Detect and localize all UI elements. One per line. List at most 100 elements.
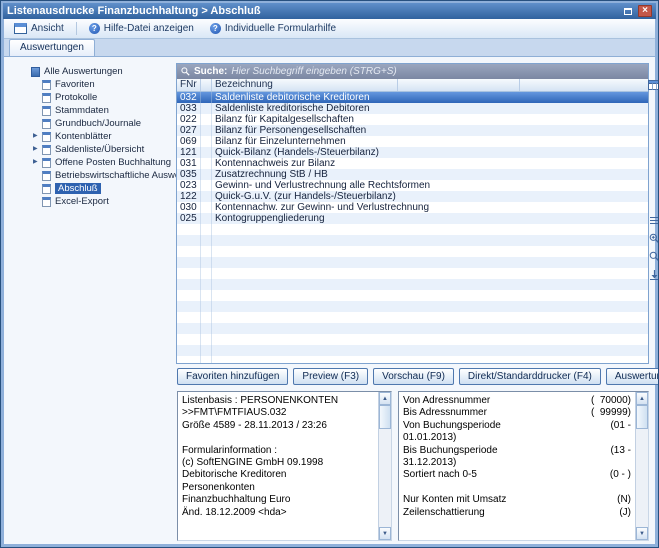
scroll-up-icon[interactable]: ▲ (379, 392, 391, 405)
ansicht-button[interactable]: Ansicht (7, 20, 71, 37)
search-input[interactable]: Suche: Hier Suchbegriff eingeben (STRG+S… (177, 64, 648, 79)
hilfe-datei-label: Hilfe-Datei anzeigen (104, 23, 194, 34)
table-row[interactable]: 035Zusatzrechnung StB / HB (177, 169, 648, 180)
cell-bezeichnung: Kontennachweis zur Bilanz (212, 158, 648, 169)
parameter-label: Von Buchungsperiode (403, 420, 501, 432)
table-row-empty[interactable] (177, 290, 648, 301)
cell-fnr: 033 (177, 103, 201, 114)
column-header-empty-1[interactable] (398, 79, 520, 91)
tab-auswertungen[interactable]: Auswertungen (9, 39, 95, 56)
table-row-empty[interactable] (177, 345, 648, 356)
table-row[interactable]: 030Kontennachw. zur Gewinn- und Verlustr… (177, 202, 648, 213)
column-header-marker[interactable] (201, 79, 212, 91)
report-icon (42, 184, 51, 194)
expand-icon[interactable]: ▶ (33, 143, 42, 156)
action-direkt-standarddrucker-f4[interactable]: Direkt/Standarddrucker (F4) (459, 368, 601, 385)
tree-item-grundbuch-journale[interactable]: Grundbuch/Journale (9, 117, 177, 130)
tree-root-alle-auswertungen[interactable]: Alle Auswertungen (9, 65, 177, 78)
report-icon (42, 171, 51, 181)
scroll-thumb[interactable] (636, 405, 648, 429)
column-header-bezeichnung[interactable]: Bezeichnung (212, 79, 398, 91)
report-icon (42, 145, 51, 155)
expand-icon[interactable]: ▶ (33, 156, 42, 169)
help-icon: ? (89, 23, 100, 34)
table-row[interactable]: 032Saldenliste debitorische Kreditoren (177, 92, 648, 103)
cell-marker (201, 103, 212, 114)
scroll-thumb[interactable] (379, 405, 391, 429)
toolbar: Ansicht ? Hilfe-Datei anzeigen ? Individ… (4, 19, 655, 39)
close-button[interactable]: × (638, 5, 652, 17)
cell-bezeichnung (212, 312, 648, 323)
table-row-empty[interactable] (177, 235, 648, 246)
formularhilfe-button[interactable]: ? Individuelle Formularhilfe (203, 20, 343, 37)
cell-marker (201, 213, 212, 224)
table-row-empty[interactable] (177, 246, 648, 257)
info-line: Personenkonten (182, 482, 374, 494)
table-row[interactable]: 022Bilanz für Kapitalgesellschaften (177, 114, 648, 125)
tree-item-stammdaten[interactable]: Stammdaten (9, 104, 177, 117)
table-row-empty[interactable] (177, 268, 648, 279)
tree-item-label: Saldenliste/Übersicht (55, 144, 144, 155)
report-icon (42, 119, 51, 129)
action-vorschau-f9[interactable]: Vorschau (F9) (373, 368, 454, 385)
scroll-track[interactable] (379, 429, 391, 527)
cell-fnr: 035 (177, 169, 201, 180)
scroll-up-icon[interactable]: ▲ (636, 392, 648, 405)
table-row-empty[interactable] (177, 224, 648, 235)
tree-item-protokolle[interactable]: Protokolle (9, 91, 177, 104)
scrollbar[interactable]: ▲ ▼ (635, 392, 648, 540)
auswertungen-tree: Alle AuswertungenFavoritenProtokolleStam… (9, 65, 177, 208)
table-row[interactable]: 069Bilanz für Einzelunternehmen (177, 136, 648, 147)
table-row[interactable]: 023Gewinn- und Verlustrechnung alle Rech… (177, 180, 648, 191)
tree-item-saldenliste-bersicht[interactable]: ▶ Saldenliste/Übersicht (9, 143, 177, 156)
expand-icon[interactable]: ▶ (33, 130, 42, 143)
cell-fnr (177, 301, 201, 312)
export-down-icon[interactable] (649, 269, 659, 280)
hilfe-datei-button[interactable]: ? Hilfe-Datei anzeigen (82, 20, 201, 37)
table-row-empty[interactable] (177, 279, 648, 290)
table-row-empty[interactable] (177, 301, 648, 312)
table-row[interactable]: 027Bilanz für Personengesellschaften (177, 125, 648, 136)
parameter-label: 31.12.2013) (403, 457, 456, 469)
folder-icon (31, 67, 40, 77)
table-row-empty[interactable] (177, 334, 648, 345)
cell-bezeichnung (212, 290, 648, 301)
toolbar-separator (76, 22, 77, 35)
table-row-empty[interactable] (177, 323, 648, 334)
cell-fnr: 027 (177, 125, 201, 136)
list-icon[interactable] (649, 215, 659, 226)
zoom-in-icon[interactable] (649, 233, 659, 244)
tree-item-excel-export[interactable]: Excel-Export (9, 195, 177, 208)
scroll-track[interactable] (636, 429, 648, 527)
cell-marker (201, 279, 212, 290)
action-auswertung-drucken[interactable]: Auswertung drucken (606, 368, 659, 385)
cell-bezeichnung: Saldenliste kreditorische Debitoren (212, 103, 648, 114)
restore-button[interactable] (621, 5, 635, 17)
table-row-empty[interactable] (177, 312, 648, 323)
action-favoriten-hinzuf-gen[interactable]: Favoriten hinzufügen (177, 368, 288, 385)
column-header-empty-2[interactable] (520, 79, 648, 91)
tree-item-betriebswirtschaftliche-auswertungen[interactable]: Betriebswirtschaftliche Auswertungen (9, 169, 177, 182)
table-row[interactable]: 122Quick-G.u.V. (zur Handels-/Steuerbila… (177, 191, 648, 202)
action-preview-f3[interactable]: Preview (F3) (293, 368, 368, 385)
table-row[interactable]: 121Quick-Bilanz (Handels-/Steuerbilanz) (177, 147, 648, 158)
table-row[interactable]: 033 Saldenliste kreditorische Debitoren (177, 103, 648, 114)
cell-bezeichnung: Quick-G.u.V. (zur Handels-/Steuerbilanz) (212, 191, 648, 202)
table-row[interactable]: 031Kontennachweis zur Bilanz (177, 158, 648, 169)
column-header-fnr[interactable]: FNr (177, 79, 201, 91)
tree-item-offene-posten-buchhaltung[interactable]: ▶Offene Posten Buchhaltung (9, 156, 177, 169)
table-row-empty[interactable] (177, 257, 648, 268)
scroll-down-icon[interactable]: ▼ (636, 527, 648, 540)
tree-item-kontenbl-tter[interactable]: ▶Kontenblätter (9, 130, 177, 143)
column-settings-icon[interactable] (648, 79, 659, 91)
zoom-icon[interactable] (649, 251, 659, 262)
parameter-line: Nur Konten mit Umsatz(N) (403, 494, 631, 506)
scrollbar[interactable]: ▲ ▼ (378, 392, 391, 540)
table-row[interactable]: 025Kontogruppengliederung (177, 213, 648, 224)
scroll-down-icon[interactable]: ▼ (379, 527, 391, 540)
info-line: Listenbasis : PERSONENKONTEN (182, 395, 374, 407)
tree-item-favoriten[interactable]: Favoriten (9, 78, 177, 91)
tree-item-abschlu[interactable]: Abschluß (9, 182, 177, 195)
table-row-empty[interactable] (177, 356, 648, 363)
window-title: Listenausdrucke Finanzbuchhaltung > Absc… (7, 5, 621, 17)
